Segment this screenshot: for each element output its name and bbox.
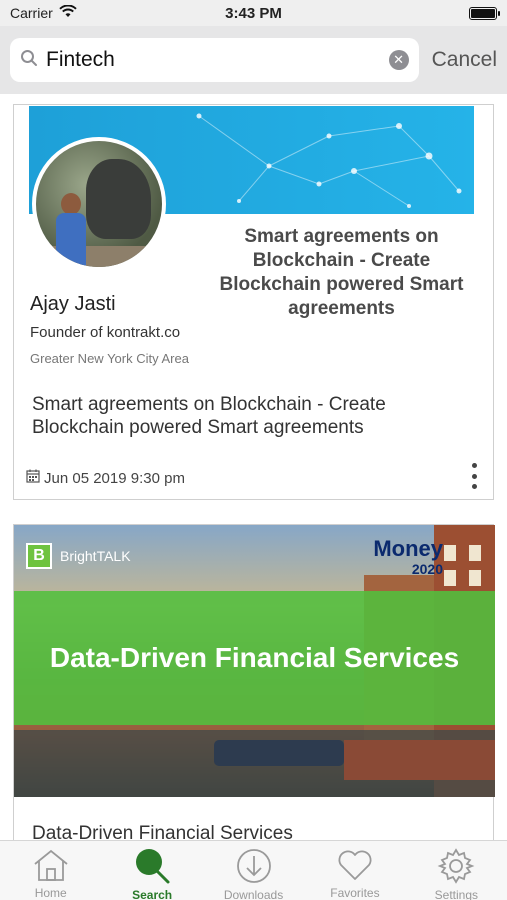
calendar-icon: [26, 469, 40, 487]
card-banner: Data-Driven Financial Services B BrightT…: [14, 525, 495, 797]
tab-home[interactable]: Home: [0, 841, 101, 900]
speaker-name: Ajay Jasti: [30, 293, 116, 315]
tab-settings[interactable]: Settings: [406, 841, 507, 900]
status-bar: Carrier 3:43 PM: [0, 0, 507, 26]
event-logo: Money 2020: [373, 536, 443, 579]
tab-label: Downloads: [223, 888, 284, 900]
event-logo-name: Money: [373, 536, 443, 561]
tab-bar: Home Search Downloads Favorites Settings: [0, 840, 507, 900]
tab-label: Settings: [434, 888, 478, 900]
download-icon: [235, 847, 273, 885]
date-text: Jun 05 2019 9:30 pm: [44, 469, 185, 487]
banner-title: Smart agreements on Blockchain - Create …: [219, 226, 464, 319]
webinar-card[interactable]: Smart agreements on Blockchain - Create …: [13, 104, 494, 500]
tab-label: Favorites: [330, 886, 380, 900]
home-icon: [32, 847, 70, 883]
title-band: Data-Driven Financial Services: [14, 591, 495, 725]
brand-name: BrightTALK: [60, 548, 131, 564]
search-icon: [133, 847, 171, 885]
search-icon: [20, 49, 38, 72]
tab-label: Home: [34, 886, 67, 900]
status-left: Carrier: [10, 4, 77, 21]
tab-downloads[interactable]: Downloads: [203, 841, 304, 900]
wifi-icon: [59, 4, 77, 21]
search-box[interactable]: ✕: [10, 38, 419, 82]
gear-icon: [437, 847, 475, 885]
event-logo-year: 2020: [411, 561, 443, 577]
heart-icon: [336, 847, 374, 883]
webinar-card[interactable]: Data-Driven Financial Services B BrightT…: [13, 524, 495, 840]
brand-logo-icon: B: [26, 543, 52, 569]
speaker-location: Greater New York City Area: [30, 351, 189, 366]
cancel-button[interactable]: Cancel: [432, 48, 497, 72]
carrier-label: Carrier: [10, 5, 53, 21]
tab-search[interactable]: Search: [101, 841, 202, 900]
clear-search-button[interactable]: ✕: [388, 50, 409, 70]
webinar-title[interactable]: Smart agreements on Blockchain - Create …: [32, 393, 477, 439]
brand-logo: B BrightTALK: [26, 543, 131, 569]
speaker-avatar: [32, 137, 166, 271]
more-options-button[interactable]: [469, 463, 479, 489]
tab-label: Search: [132, 888, 173, 900]
tab-favorites[interactable]: Favorites: [304, 841, 405, 900]
battery-icon: [469, 6, 500, 20]
speaker-role: Founder of kontrakt.co: [30, 324, 181, 341]
webinar-title[interactable]: Data-Driven Financial Services: [32, 823, 293, 840]
results-list[interactable]: Smart agreements on Blockchain - Create …: [0, 94, 507, 840]
webinar-date: Jun 05 2019 9:30 pm: [26, 469, 185, 487]
search-header: ✕ Cancel: [0, 26, 507, 94]
search-input[interactable]: [46, 48, 389, 72]
banner-title: Data-Driven Financial Services: [49, 642, 460, 673]
